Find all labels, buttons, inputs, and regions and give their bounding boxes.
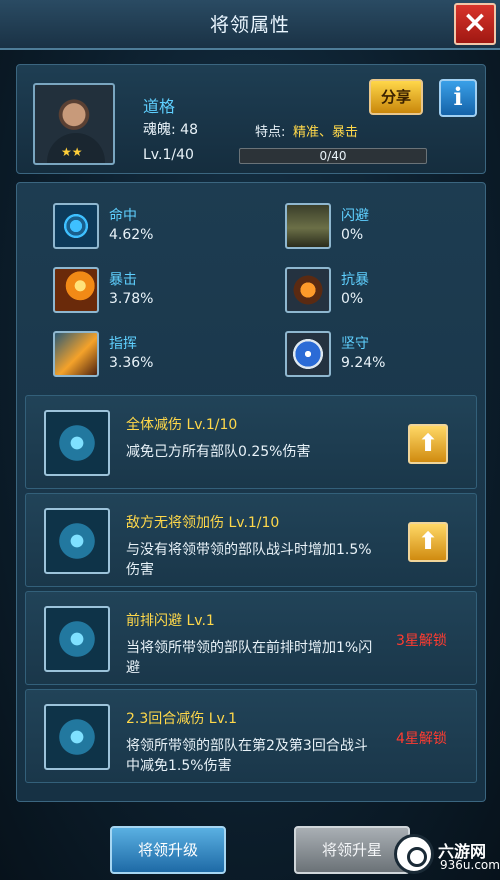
stat-value: 4.62% xyxy=(109,227,154,243)
skill-unlock-requirement: 3星解锁 xyxy=(396,633,447,649)
window-title: 将领属性 xyxy=(209,14,290,36)
share-button[interactable]: 分享 xyxy=(369,79,423,115)
stat-dodge: 闪避 0% xyxy=(285,203,485,251)
hero-level: Lv.1/40 xyxy=(143,147,194,163)
stat-value: 3.78% xyxy=(109,291,154,307)
skill-unlock-requirement: 4星解锁 xyxy=(396,731,447,747)
missile-icon xyxy=(53,267,99,313)
close-icon: × xyxy=(462,5,488,40)
close-button[interactable]: × xyxy=(454,3,496,45)
stat-anticrit: 抗暴 0% xyxy=(285,267,485,315)
exp-progress-text: 0/40 xyxy=(319,149,347,163)
stat-value: 3.36% xyxy=(109,355,154,371)
stat-name: 指挥 xyxy=(109,336,137,352)
hero-trait-value: 精准、暴击 xyxy=(293,125,359,140)
hero-attributes-screen: 将领属性 × ★★ 道格 魂魄: 48 特点: 精准、暴击 Lv.1/40 0/… xyxy=(0,0,500,880)
medal-skill-icon xyxy=(44,508,110,574)
skill-description: 当将领所带领的部队在前排时增加1%闪避 xyxy=(126,640,373,676)
stat-value: 9.24% xyxy=(341,355,386,371)
info-button[interactable]: i xyxy=(439,79,477,117)
shield-skill-icon xyxy=(44,410,110,476)
stat-value: 0% xyxy=(341,227,364,243)
target-icon xyxy=(53,203,99,249)
star-shield-icon xyxy=(285,331,331,377)
skill-upgrade-button[interactable]: ⬆ xyxy=(408,522,448,562)
hero-header-card: ★★ 道格 魂魄: 48 特点: 精准、暴击 Lv.1/40 0/40 分享 i xyxy=(16,64,486,174)
grid-dodge-skill-icon xyxy=(44,606,110,672)
exp-progress-bar: 0/40 xyxy=(239,148,427,164)
stat-name: 暴击 xyxy=(109,272,137,288)
stat-command: 指挥 3.36% xyxy=(53,331,253,379)
hero-starup-button[interactable]: 将领升星 xyxy=(294,826,410,874)
skill-row[interactable]: 前排闪避 Lv.1 当将领所带领的部队在前排时增加1%闪避 3星解锁 xyxy=(25,591,477,685)
skill-description: 与没有将领带领的部队战斗时增加1.5%伤害 xyxy=(126,542,372,578)
skill-upgrade-button[interactable]: ⬆ xyxy=(408,424,448,464)
hero-name: 道格 xyxy=(143,97,176,116)
stat-guard: 坚守 9.24% xyxy=(285,331,485,379)
skill-name: 全体减伤 Lv.1/10 xyxy=(126,417,238,433)
watermark-logo-icon xyxy=(394,834,434,874)
stat-name: 坚守 xyxy=(341,336,369,352)
armor-shield-icon xyxy=(285,267,331,313)
skill-row[interactable]: 敌方无将领加伤 Lv.1/10 与没有将领带领的部队战斗时增加1.5%伤害 ⬆ xyxy=(25,493,477,587)
hero-trait-label: 特点: xyxy=(255,125,286,140)
stat-name: 闪避 xyxy=(341,208,369,224)
attributes-panel: 命中 4.62% 闪避 0% 暴击 3.78% 抗暴 0% 指挥 3.36% 坚… xyxy=(16,182,486,802)
skill-row[interactable]: 2.3回合减伤 Lv.1 将领所带领的部队在第2及第3回合战斗中减免1.5%伤害… xyxy=(25,689,477,783)
stat-name: 命中 xyxy=(109,208,137,224)
skill-description: 将领所带领的部队在第2及第3回合战斗中减免1.5%伤害 xyxy=(126,738,368,774)
stat-hit: 命中 4.62% xyxy=(53,203,253,251)
tank-icon xyxy=(285,203,331,249)
rocket-icon xyxy=(53,331,99,377)
hourglass-skill-icon xyxy=(44,704,110,770)
hero-star-rating: ★★ xyxy=(61,145,83,159)
skill-name: 前排闪避 Lv.1 xyxy=(126,613,215,629)
hero-soul-count: 魂魄: 48 xyxy=(143,122,198,138)
skill-row[interactable]: 全体减伤 Lv.1/10 减免己方所有部队0.25%伤害 ⬆ xyxy=(25,395,477,489)
skill-description: 减免己方所有部队0.25%伤害 xyxy=(126,444,311,460)
stat-value: 0% xyxy=(341,291,364,307)
title-bar: 将领属性 × xyxy=(0,0,500,50)
hero-levelup-button[interactable]: 将领升级 xyxy=(110,826,226,874)
hero-portrait[interactable]: ★★ xyxy=(33,83,115,165)
stat-name: 抗暴 xyxy=(341,272,369,288)
skill-name: 敌方无将领加伤 Lv.1/10 xyxy=(126,515,280,531)
stat-crit: 暴击 3.78% xyxy=(53,267,253,315)
watermark-url: 936u.com xyxy=(440,858,500,872)
skill-name: 2.3回合减伤 Lv.1 xyxy=(126,711,238,727)
